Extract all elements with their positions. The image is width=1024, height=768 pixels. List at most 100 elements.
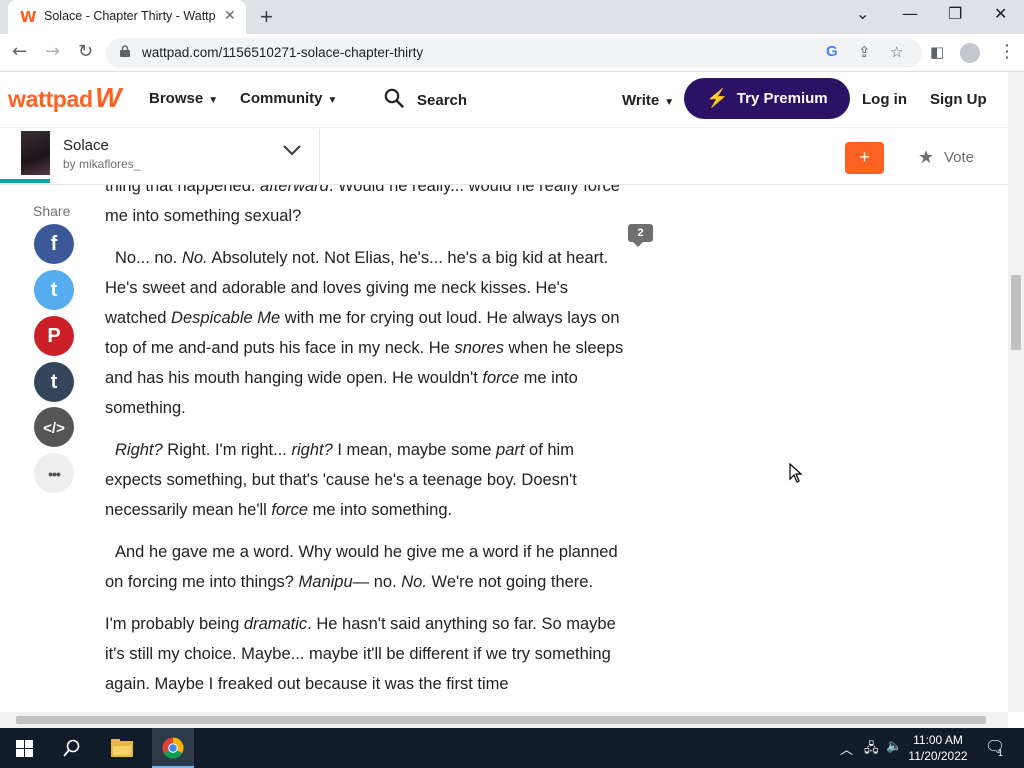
- login-link[interactable]: Log in: [862, 91, 907, 108]
- new-tab-icon[interactable]: +: [260, 4, 273, 30]
- caret-down-icon: ▼: [327, 95, 338, 106]
- minimize-icon[interactable]: —: [902, 4, 918, 23]
- embed-share-icon[interactable]: </>: [34, 407, 74, 447]
- more-share-icon[interactable]: •••: [34, 453, 74, 493]
- wattpad-logo-mark[interactable]: W: [95, 82, 121, 114]
- lock-icon[interactable]: [120, 45, 130, 57]
- chrome-taskbar-button[interactable]: [152, 728, 194, 768]
- community-label: Community: [240, 90, 323, 107]
- windows-start-icon[interactable]: [16, 740, 33, 757]
- wattpad-favicon-icon: W: [20, 8, 37, 26]
- horizontal-scroll-thumb[interactable]: [16, 716, 986, 724]
- emphasis-text: No.: [401, 573, 427, 591]
- horizontal-scrollbar[interactable]: [0, 712, 1008, 728]
- vertical-scroll-thumb[interactable]: [1011, 275, 1021, 350]
- taskbar-clock[interactable]: 11:00 AM 11/20/2022: [902, 732, 974, 764]
- vertical-scrollbar[interactable]: [1008, 72, 1024, 712]
- twitter-share-icon[interactable]: t: [34, 270, 74, 310]
- caret-down-icon: ▼: [664, 97, 675, 108]
- clock-date: 11/20/2022: [908, 749, 968, 763]
- mouse-cursor-icon: [789, 462, 803, 489]
- story-paragraph: And he gave me a word. Why would he give…: [105, 537, 625, 597]
- bookmark-star-icon[interactable]: ☆: [890, 43, 903, 61]
- volume-icon[interactable]: 🔈: [886, 739, 902, 754]
- chrome-icon: [162, 737, 184, 759]
- comment-count-badge[interactable]: 2: [628, 224, 653, 242]
- url-text[interactable]: wattpad.com/1156510271-solace-chapter-th…: [142, 45, 423, 60]
- tab-title: Solace - Chapter Thirty - Wattpad: [44, 9, 216, 23]
- google-icon[interactable]: G: [826, 43, 838, 60]
- story-text: thing that happened. afterward. Would he…: [105, 185, 625, 711]
- address-bar[interactable]: wattpad.com/1156510271-solace-chapter-th…: [106, 38, 922, 68]
- facebook-share-icon[interactable]: f: [34, 224, 74, 264]
- share-label: Share: [33, 203, 71, 219]
- tumblr-share-icon[interactable]: t: [34, 362, 74, 402]
- add-to-library-button[interactable]: +: [845, 142, 884, 174]
- close-window-icon[interactable]: ✕: [994, 4, 1007, 23]
- tumblr-glyph: t: [50, 371, 58, 393]
- notification-count: 1: [998, 748, 1004, 758]
- divider: [319, 129, 320, 185]
- chrome-menu-icon[interactable]: ⋮: [998, 41, 1016, 62]
- profile-avatar[interactable]: [960, 43, 980, 63]
- star-icon[interactable]: ★: [918, 147, 934, 168]
- signup-link[interactable]: Sign Up: [930, 91, 987, 108]
- story-cover[interactable]: [21, 131, 50, 175]
- comment-badge-tail: [633, 242, 643, 247]
- more-glyph: •••: [48, 466, 61, 482]
- emphasis-text: Manipu—: [298, 573, 370, 591]
- paragraph-text: We're not going there.: [426, 573, 594, 591]
- share-page-icon[interactable]: ⇪: [858, 43, 871, 61]
- tab-close-icon[interactable]: ✕: [224, 7, 236, 24]
- emphasis-text: No.: [181, 249, 208, 267]
- lightning-icon: ⚡: [706, 88, 729, 108]
- tab-search-icon[interactable]: ⌄: [856, 4, 869, 23]
- story-paragraph: Right? Right. I'm right... right? I mean…: [105, 435, 625, 525]
- embed-glyph: </>: [43, 420, 65, 437]
- emphasis-text: snores: [454, 339, 504, 357]
- story-author[interactable]: by mikaflores_: [63, 157, 140, 171]
- paragraph-text: no.: [369, 573, 402, 591]
- story-paragraph: I'm probably being dramatic. He hasn't s…: [105, 609, 625, 699]
- reload-icon[interactable]: ↻: [78, 41, 93, 62]
- search-button[interactable]: Search: [417, 92, 467, 109]
- emphasis-text: force: [271, 501, 309, 519]
- vote-button[interactable]: Vote: [944, 149, 974, 166]
- emphasis-text: Despicable Me: [171, 309, 281, 327]
- story-paragraph: thing that happened. afterward. Would he…: [105, 185, 625, 231]
- chevron-down-icon[interactable]: [282, 143, 302, 161]
- reading-progress-bar: [0, 179, 50, 183]
- network-icon[interactable]: 🖧: [864, 739, 879, 761]
- write-menu[interactable]: Write ▼: [622, 92, 674, 109]
- paragraph-text: thing that happened.: [105, 185, 256, 195]
- story-bar: Solace by mikaflores_ + ★ Vote: [0, 129, 1008, 185]
- pinterest-share-icon[interactable]: P: [34, 316, 74, 356]
- search-icon[interactable]: [384, 88, 404, 108]
- file-explorer-icon[interactable]: [111, 739, 133, 757]
- forward-icon[interactable]: →: [45, 41, 60, 62]
- story-content: Share f t P t </> ••• thing that happene…: [0, 185, 1008, 712]
- story-title[interactable]: Solace: [63, 137, 109, 154]
- browse-label: Browse: [149, 90, 204, 107]
- browser-toolbar: ← → ↻ wattpad.com/1156510271-solace-chap…: [0, 34, 1024, 72]
- wattpad-logo[interactable]: wattpad: [8, 86, 93, 113]
- tray-chevron-icon[interactable]: ︿: [840, 739, 853, 758]
- side-panel-icon[interactable]: ◧: [930, 43, 944, 61]
- community-menu[interactable]: Community ▼: [240, 90, 337, 107]
- taskbar-search-icon[interactable]: [63, 739, 81, 757]
- restore-icon[interactable]: ❐: [948, 4, 962, 23]
- browser-tab[interactable]: W Solace - Chapter Thirty - Wattpad ✕: [8, 0, 246, 34]
- caret-down-icon: ▼: [208, 95, 219, 106]
- emphasis-text: force: [482, 369, 520, 387]
- facebook-glyph: f: [50, 233, 58, 255]
- paragraph-text: No... no.: [115, 249, 182, 267]
- pinterest-glyph: P: [47, 325, 61, 347]
- back-icon[interactable]: ←: [12, 41, 27, 62]
- try-premium-button[interactable]: ⚡ Try Premium: [684, 78, 850, 119]
- premium-label: Try Premium: [736, 90, 828, 107]
- tab-strip: W Solace - Chapter Thirty - Wattpad ✕ + …: [0, 0, 1024, 34]
- browse-menu[interactable]: Browse ▼: [149, 90, 218, 107]
- site-header: wattpad W Browse ▼ Community ▼ Search Writ…: [0, 72, 1008, 128]
- paragraph-text: Right. I'm right...: [162, 441, 292, 459]
- emphasis-text: part: [496, 441, 525, 459]
